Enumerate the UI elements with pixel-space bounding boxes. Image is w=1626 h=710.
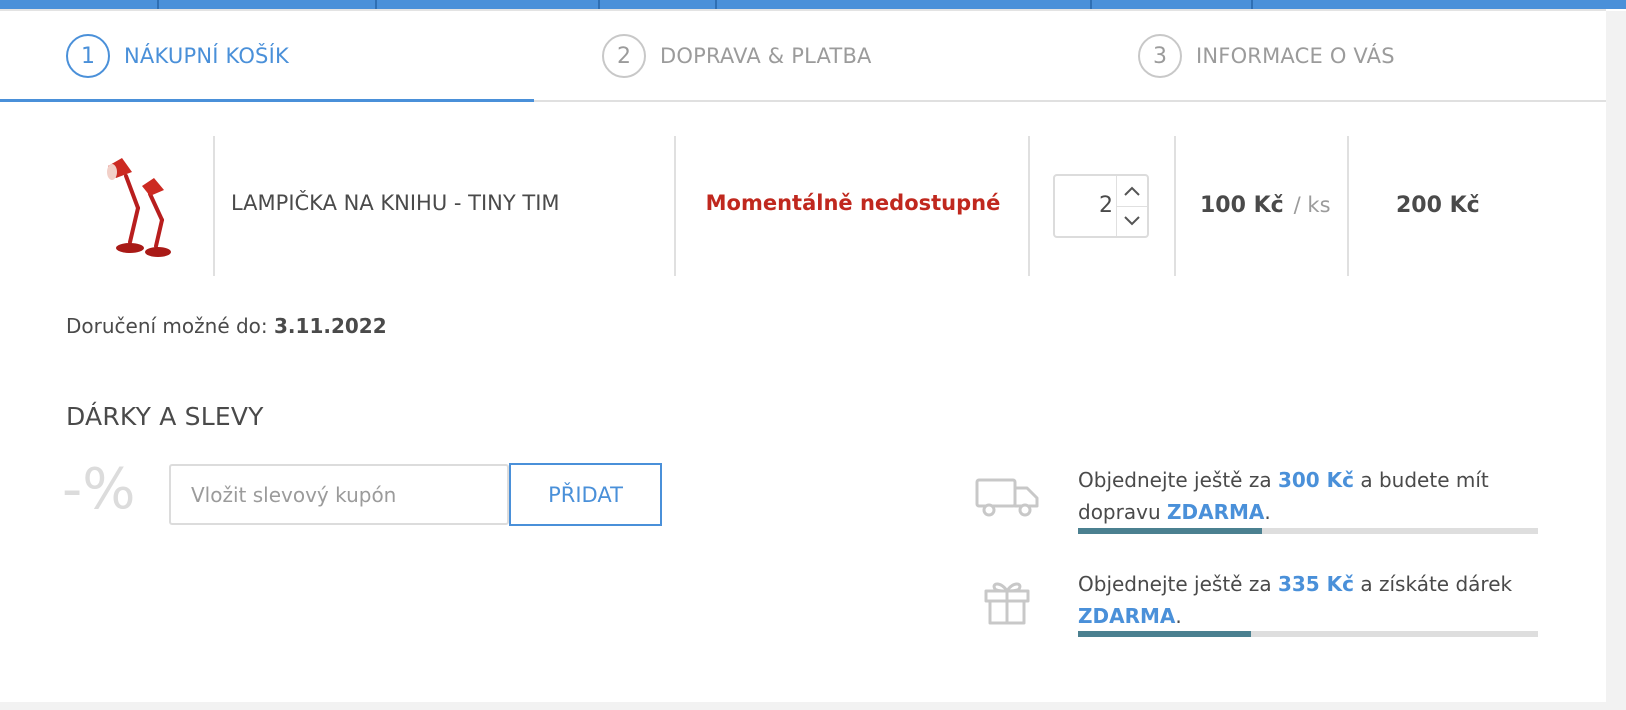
column-divider	[1347, 136, 1349, 276]
truck-icon	[975, 478, 1039, 517]
active-step-indicator	[0, 99, 534, 102]
promo-amount: 300 Kč	[1277, 468, 1355, 492]
progress-fill	[1078, 631, 1251, 637]
top-nav-strip	[0, 0, 1626, 9]
step-number: 1	[66, 34, 110, 78]
chevron-up-icon	[1124, 186, 1140, 196]
promo-amount: 335 Kč	[1277, 572, 1355, 596]
nav-divider	[598, 0, 600, 9]
free-gift-progress	[1078, 631, 1538, 637]
quantity-increase-button[interactable]	[1117, 176, 1147, 207]
stepper-controls	[1116, 176, 1147, 236]
column-divider	[213, 136, 215, 276]
unit-price-value: 100 Kč	[1200, 193, 1284, 218]
page-edge	[0, 702, 1626, 710]
progress-fill	[1078, 528, 1262, 534]
nav-divider	[375, 0, 377, 9]
divider	[0, 9, 1606, 11]
column-divider	[1174, 136, 1176, 276]
quantity-decrease-button[interactable]	[1117, 206, 1147, 236]
step-customer-info[interactable]: 3 INFORMACE O VÁS	[1138, 31, 1395, 81]
step-cart[interactable]: 1 NÁKUPNÍ KOŠÍK	[66, 31, 289, 81]
free-shipping-message: Objednejte ještě za 300 Kč a budete mít …	[1078, 464, 1548, 528]
free-shipping-progress	[1078, 528, 1538, 534]
promo-free: ZDARMA	[1078, 604, 1176, 628]
step-shipping-payment[interactable]: 2 DOPRAVA & PLATBA	[602, 31, 872, 81]
delivery-info: Doručení možné do: 3.11.2022	[66, 314, 387, 338]
promo-end: .	[1175, 604, 1182, 628]
gifts-discounts-title: DÁRKY A SLEVY	[66, 402, 264, 431]
column-divider	[674, 136, 676, 276]
promo-prefix: Objednejte ještě za	[1078, 572, 1272, 596]
coupon-input[interactable]	[169, 464, 509, 525]
column-divider	[1028, 136, 1030, 276]
promo-prefix: Objednejte ještě za	[1078, 468, 1272, 492]
availability-status: Momentálně nedostupné	[705, 191, 1001, 215]
promo-free: ZDARMA	[1166, 500, 1265, 524]
chevron-down-icon	[1124, 216, 1140, 226]
page-edge	[1606, 11, 1626, 710]
unit-suffix: / ks	[1293, 193, 1331, 217]
unit-price: 100 Kč / ks	[1200, 193, 1331, 218]
product-thumbnail[interactable]	[102, 150, 182, 262]
quantity-stepper[interactable]: 2	[1053, 174, 1149, 238]
step-label: NÁKUPNÍ KOŠÍK	[124, 44, 289, 68]
gift-icon	[984, 582, 1030, 625]
step-label: INFORMACE O VÁS	[1196, 44, 1395, 68]
quantity-value[interactable]: 2	[1055, 176, 1113, 236]
promo-end: .	[1264, 500, 1271, 524]
product-name[interactable]: LAMPIČKA NA KNIHU - TINY TIM	[231, 191, 560, 215]
delivery-label: Doručení možné do:	[66, 314, 268, 338]
discount-icon: -%	[62, 457, 136, 522]
step-number: 3	[1138, 34, 1182, 78]
nav-divider	[1251, 0, 1253, 9]
nav-divider	[157, 0, 159, 9]
step-label: DOPRAVA & PLATBA	[660, 44, 872, 68]
promo-middle: a získáte dárek	[1360, 572, 1513, 596]
add-coupon-button[interactable]: PŘIDAT	[509, 463, 662, 526]
nav-divider	[715, 0, 717, 9]
step-number: 2	[602, 34, 646, 78]
line-total: 200 Kč	[1396, 193, 1480, 218]
delivery-date: 3.11.2022	[274, 314, 387, 338]
free-gift-message: Objednejte ještě za 335 Kč a získáte dár…	[1078, 568, 1548, 632]
nav-divider	[1090, 0, 1092, 9]
